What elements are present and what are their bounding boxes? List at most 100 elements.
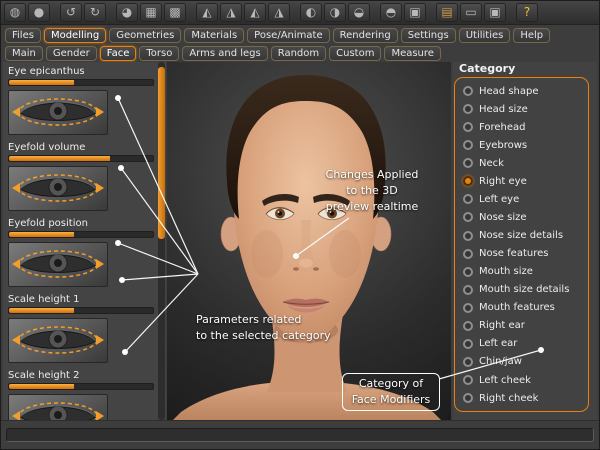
viewport-3d[interactable]	[167, 62, 451, 420]
toolbar-icon-glyph: ▣	[409, 5, 420, 19]
sub-tab[interactable]: Face	[100, 46, 137, 61]
parameter-group: Eyefold volume	[6, 142, 163, 211]
category-panel: Category Head shape Head size Forehead	[453, 62, 597, 420]
parameter-label: Eyefold volume	[8, 142, 161, 153]
category-item[interactable]: Nose size	[455, 208, 588, 226]
mirror-right-icon[interactable]: ◭	[244, 3, 266, 22]
sub-tab[interactable]: Random	[271, 46, 326, 61]
sub-tab[interactable]: Arms and legs	[182, 46, 267, 61]
scrollbar-thumb[interactable]	[158, 67, 165, 239]
category-item[interactable]: Left cheek	[455, 371, 588, 389]
toolbar-icon-glyph: ◐	[306, 5, 316, 19]
menu-tab-bar: Files Modelling Geometries Materials Pos…	[1, 26, 599, 44]
category-item-label: Left eye	[479, 194, 519, 205]
monitor-icon[interactable]: ▭	[460, 3, 482, 22]
category-list: Head shape Head size Forehead Eyebrows	[454, 77, 589, 412]
radio-icon	[463, 267, 473, 277]
menu-tab[interactable]: Materials	[184, 28, 244, 43]
category-item[interactable]: Eyebrows	[455, 136, 588, 154]
category-item[interactable]: Nose size details	[455, 227, 588, 245]
category-item[interactable]: Chin/jaw	[455, 353, 588, 371]
sub-tab[interactable]: Main	[5, 46, 43, 61]
sub-tab[interactable]: Measure	[384, 46, 441, 61]
scrollbar-track[interactable]	[158, 62, 165, 420]
category-item[interactable]: Nose features	[455, 245, 588, 263]
app-window: ◍ ● ↺ ↻ ◕ ▦ ▩	[0, 0, 600, 450]
category-item[interactable]: Neck	[455, 154, 588, 172]
category-item[interactable]: Right eye	[455, 172, 588, 190]
top-view-icon[interactable]: ◒	[348, 3, 370, 22]
category-item[interactable]: Forehead	[455, 118, 588, 136]
menu-tab[interactable]: Help	[513, 28, 550, 43]
menu-tab[interactable]: Geometries	[109, 28, 181, 43]
sub-tab[interactable]: Custom	[329, 46, 381, 61]
category-item[interactable]: Mouth size	[455, 263, 588, 281]
toolbar-icon-glyph: ◭	[250, 5, 259, 19]
eye-preview-image	[9, 167, 107, 210]
grid-icon[interactable]: ▦	[140, 3, 162, 22]
solid-sphere-icon[interactable]: ●	[28, 3, 50, 22]
eye-preview-image	[9, 319, 107, 362]
category-item-label: Mouth size	[479, 266, 533, 277]
menu-tab[interactable]: Utilities	[459, 28, 511, 43]
category-item[interactable]: Head size	[455, 100, 588, 118]
radio-icon	[463, 212, 473, 222]
radio-icon	[463, 122, 473, 132]
side-view-icon[interactable]: ◑	[324, 3, 346, 22]
radio-icon	[463, 86, 473, 96]
category-item[interactable]: Head shape	[455, 82, 588, 100]
radio-icon	[463, 104, 473, 114]
parameter-slider[interactable]	[8, 155, 154, 162]
menu-tab[interactable]: Files	[5, 28, 41, 43]
menu-tab[interactable]: Modelling	[44, 28, 106, 43]
smooth-shading-icon[interactable]: ◕	[116, 3, 138, 22]
category-title: Category	[459, 62, 597, 76]
undo-icon[interactable]: ↺	[60, 3, 82, 22]
toolbar-icon-glyph: ◮	[226, 5, 235, 19]
toolbar-icon-glyph: ▦	[145, 5, 156, 19]
parameters-panel: Eye epicanthus	[3, 62, 166, 420]
background-icon[interactable]: ▣	[404, 3, 426, 22]
category-item[interactable]: Left ear	[455, 335, 588, 353]
category-item[interactable]: Left eye	[455, 190, 588, 208]
eye-preview-image	[9, 91, 107, 134]
sub-tab[interactable]: Torso	[139, 46, 179, 61]
slider-fill	[9, 232, 74, 237]
radio-icon	[463, 194, 473, 204]
toolbar-icon-glyph: ↺	[66, 5, 76, 19]
parameter-group: Eye epicanthus	[6, 66, 163, 135]
category-item[interactable]: Mouth features	[455, 299, 588, 317]
parameter-slider[interactable]	[8, 231, 154, 238]
screenshot-icon[interactable]: ▣	[484, 3, 506, 22]
perspective-view-icon[interactable]: ◓	[380, 3, 402, 22]
category-item-label: Left cheek	[479, 375, 531, 386]
symmetry-left-icon[interactable]: ◮	[220, 3, 242, 22]
mirror-left-icon[interactable]: ◮	[268, 3, 290, 22]
toolbar-icon-glyph: ◮	[274, 5, 283, 19]
category-item[interactable]: Mouth size details	[455, 281, 588, 299]
parameter-slider[interactable]	[8, 307, 154, 314]
sub-tab-bar: Main Gender Face Torso Arms and legs Ran…	[1, 45, 599, 61]
radio-icon	[463, 285, 473, 295]
category-item-label: Nose size	[479, 212, 527, 223]
toolbar-icon-glyph: ▣	[489, 5, 500, 19]
subdivide-icon[interactable]: ▩	[164, 3, 186, 22]
category-item[interactable]: Right cheek	[455, 389, 588, 407]
grab-screen-icon[interactable]: ▤	[436, 3, 458, 22]
sub-tab[interactable]: Gender	[46, 46, 97, 61]
radio-icon	[463, 176, 473, 186]
parameter-slider[interactable]	[8, 79, 154, 86]
menu-tab[interactable]: Pose/Animate	[247, 28, 329, 43]
front-view-icon[interactable]: ◐	[300, 3, 322, 22]
parameter-slider[interactable]	[8, 383, 154, 390]
radio-icon	[463, 303, 473, 313]
menu-tab[interactable]: Settings	[401, 28, 456, 43]
menu-tab[interactable]: Rendering	[333, 28, 398, 43]
wireframe-sphere-icon[interactable]: ◍	[4, 3, 26, 22]
toolbar-icon-glyph: ◑	[330, 5, 340, 19]
category-item[interactable]: Right ear	[455, 317, 588, 335]
redo-icon[interactable]: ↻	[84, 3, 106, 22]
help-icon[interactable]: ?	[516, 3, 538, 22]
symmetry-right-icon[interactable]: ◭	[196, 3, 218, 22]
parameter-thumbnail	[8, 166, 108, 211]
